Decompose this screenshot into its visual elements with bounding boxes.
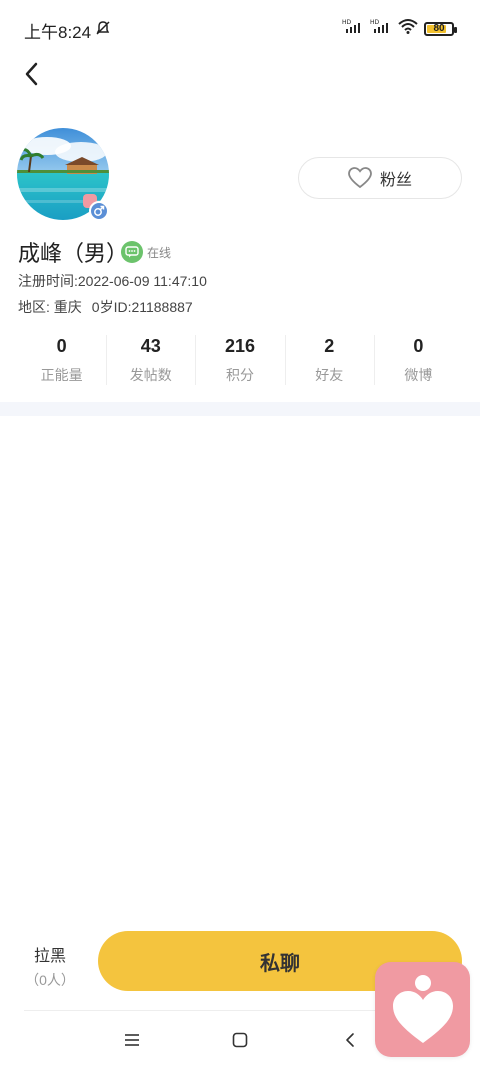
- bell-muted-icon: [95, 20, 111, 41]
- stat-value: 216: [224, 335, 256, 356]
- section-divider: [0, 402, 480, 416]
- stat-value: 43: [140, 335, 161, 356]
- status-time: 上午8:24: [24, 23, 92, 42]
- status-time-wrap: 上午8:24: [24, 18, 111, 43]
- nav-back-icon[interactable]: [336, 1026, 364, 1054]
- battery-level: 80: [433, 23, 445, 34]
- status-icons: HD HD 80: [342, 18, 457, 39]
- stat-label: 发帖数: [129, 366, 172, 383]
- online-status: 在线: [121, 241, 171, 263]
- stat-label: 好友: [315, 366, 344, 383]
- stat-points[interactable]: 216 积分: [195, 333, 284, 387]
- battery-icon: 80: [424, 21, 457, 36]
- stat-label: 正能量: [40, 366, 83, 383]
- home-icon[interactable]: [226, 1026, 254, 1054]
- stat-label: 积分: [226, 366, 254, 383]
- stat-label: 微博: [404, 366, 433, 383]
- region: 地区: 重庆: [18, 299, 82, 315]
- heart-person-icon[interactable]: [375, 962, 470, 1057]
- fans-button[interactable]: 粉丝: [298, 157, 462, 199]
- status-bar: 上午8:24 HD HD 80: [0, 0, 480, 58]
- heart-outline-icon: [348, 167, 372, 189]
- stats-row: 0 正能量 43 发帖数 216 积分 2 好友 0 微博: [17, 333, 463, 387]
- stat-value: 2: [324, 335, 335, 356]
- private-chat-label: 私聊: [260, 952, 300, 975]
- stat-value: 0: [56, 335, 67, 356]
- menu-icon[interactable]: [118, 1026, 146, 1054]
- stat-positive-energy[interactable]: 0 正能量: [17, 333, 106, 387]
- block-button[interactable]: 拉黑 （0人）: [22, 942, 78, 990]
- signal-icon-2: HD: [370, 18, 392, 39]
- stat-posts[interactable]: 43 发帖数: [106, 333, 195, 387]
- online-text: 在线: [147, 245, 172, 260]
- stat-weibo[interactable]: 0 微博: [373, 333, 463, 387]
- chat-bubble-icon: [121, 241, 143, 263]
- registration-time: 注册时间:2022-06-09 11:47:10: [18, 273, 207, 289]
- svg-text:HD: HD: [370, 19, 380, 26]
- region-line: 地区: 重庆 0岁ID:21188887: [18, 297, 193, 317]
- age-id: 0岁ID:21188887: [91, 299, 193, 315]
- block-count: （0人）: [25, 972, 75, 988]
- fans-label: 粉丝: [379, 172, 412, 189]
- stat-value: 0: [413, 335, 424, 356]
- wifi-icon: [398, 18, 418, 39]
- user-name: 成峰（男）: [18, 241, 129, 266]
- back-button[interactable]: [14, 56, 50, 92]
- signal-icon: HD: [342, 18, 364, 39]
- male-icon: [89, 201, 109, 221]
- chevron-left-icon: [25, 62, 38, 86]
- block-label: 拉黑: [33, 948, 66, 965]
- stat-friends[interactable]: 2 好友: [284, 333, 374, 387]
- svg-text:HD: HD: [342, 19, 352, 26]
